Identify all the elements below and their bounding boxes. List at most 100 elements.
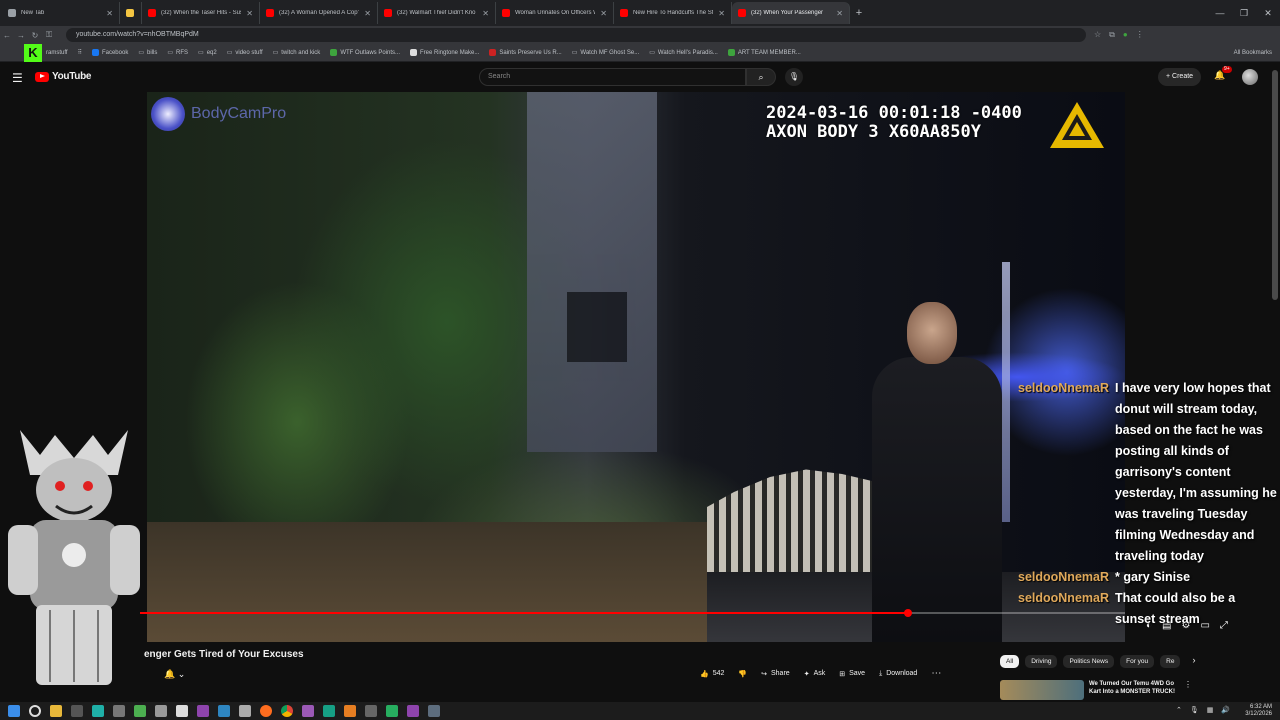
clock[interactable]: 6:32 AM 3/12/2026: [1245, 704, 1272, 718]
firefox-icon[interactable]: [260, 705, 272, 717]
windows-start-icon[interactable]: [8, 705, 20, 717]
download-button[interactable]: ⤓ Download: [879, 670, 917, 678]
video-player[interactable]: BodyCamPro 2024-03-16 00:01:18 -0400 AXO…: [147, 92, 1125, 642]
recommended-video[interactable]: We Turned Our Temu 4WD Go Kart Into a MO…: [1000, 680, 1192, 700]
browser-tab[interactable]: [120, 2, 142, 24]
recommended-title[interactable]: We Turned Our Temu 4WD Go Kart Into a MO…: [1089, 680, 1179, 700]
share-button[interactable]: ↪ Share: [761, 670, 790, 678]
tab-close-icon[interactable]: ✕: [482, 9, 489, 18]
volume-icon[interactable]: 🔊: [1221, 706, 1230, 714]
like-button[interactable]: 👍 542: [700, 670, 724, 678]
app-icon[interactable]: [365, 705, 377, 717]
youtube-favicon-icon: [148, 9, 156, 17]
all-bookmarks-button[interactable]: All Bookmarks: [1234, 44, 1272, 62]
app-icon[interactable]: [176, 705, 188, 717]
tab-close-icon[interactable]: ✕: [600, 9, 607, 18]
app-icon[interactable]: [323, 705, 335, 717]
browser-tab[interactable]: (32) Walmart Thief Didn't Kno ✕: [378, 2, 496, 24]
create-button[interactable]: + Create: [1158, 68, 1202, 86]
bookmark-folder[interactable]: ▭ Watch Hell's Paradis...: [649, 49, 718, 57]
mic-tray-icon[interactable]: 🎙: [1190, 706, 1199, 714]
reco-menu-icon[interactable]: ⋮: [1184, 680, 1192, 700]
chip-all[interactable]: All: [1000, 655, 1020, 668]
app-icon[interactable]: [92, 705, 104, 717]
chevron-right-icon[interactable]: ›: [1192, 655, 1195, 668]
chevron-up-icon[interactable]: ⌃: [1176, 706, 1182, 714]
bookmark-item[interactable]: WTF Outlaws Points...: [330, 49, 400, 56]
app-icon[interactable]: [428, 705, 440, 717]
app-icon[interactable]: [218, 705, 230, 717]
extensions-icon[interactable]: ⧉: [1109, 30, 1115, 40]
account-avatar[interactable]: [1242, 69, 1258, 85]
bookmark-folder[interactable]: ▭ Watch MF Ghost Se...: [572, 49, 639, 57]
bookmark-folder[interactable]: ▭ video stuff: [227, 49, 263, 57]
bookmark-apps-icon[interactable]: ⠿: [78, 49, 82, 56]
minimize-button[interactable]: —: [1208, 0, 1232, 26]
tab-close-icon[interactable]: ✕: [246, 9, 253, 18]
app-icon[interactable]: [344, 705, 356, 717]
search-taskbar-icon[interactable]: [29, 705, 41, 717]
chrome-icon[interactable]: [281, 705, 293, 717]
app-icon[interactable]: [134, 705, 146, 717]
bookmark-folder[interactable]: ▭ eq2: [198, 49, 217, 57]
bookmark-folder[interactable]: ▭ bills: [138, 49, 157, 57]
forward-icon[interactable]: →: [14, 31, 28, 40]
tab-close-icon[interactable]: ✕: [718, 9, 725, 18]
back-icon[interactable]: ←: [0, 31, 14, 40]
bookmark-item[interactable]: ART TEAM MEMBER...: [727, 49, 801, 56]
network-icon[interactable]: ▦: [1207, 706, 1214, 714]
search-button[interactable]: ⌕: [746, 68, 776, 86]
tab-close-icon[interactable]: ✕: [106, 9, 113, 18]
chip-driving[interactable]: Driving: [1025, 655, 1058, 668]
profile-icon[interactable]: ●: [1123, 30, 1128, 40]
app-icon[interactable]: [113, 705, 125, 717]
chip-politics-news[interactable]: Politics News: [1063, 655, 1115, 668]
browser-tab[interactable]: Woman Urinates On Officers W ✕: [496, 2, 614, 24]
screen: New Tab ✕ (32) When the Taser Hits - Susp…: [0, 0, 1280, 720]
ask-button[interactable]: ✦ Ask: [804, 670, 826, 678]
browser-tab-active[interactable]: (32) When Your Passenger ✕: [732, 2, 850, 24]
maximize-button[interactable]: ❐: [1232, 0, 1256, 26]
browser-tab[interactable]: New Hire To Handcuffs The St ✕: [614, 2, 732, 24]
save-button[interactable]: ⊞ Save: [839, 670, 865, 678]
bookmark-favicon-icon: [330, 49, 338, 56]
app-icon[interactable]: [71, 705, 83, 717]
new-tab-button[interactable]: +: [850, 7, 868, 19]
search-input[interactable]: Search: [479, 68, 746, 86]
app-icon[interactable]: [155, 705, 167, 717]
windows-taskbar: ⌃ 🎙 ▦ 🔊 6:32 AM 3/12/2026: [0, 702, 1280, 720]
bookmark-star-icon[interactable]: ☆: [1094, 30, 1101, 40]
recommended-thumbnail[interactable]: [1000, 680, 1084, 700]
bookmark-item[interactable]: Saints Preserve Us R...: [489, 49, 562, 56]
dislike-button[interactable]: 👎: [738, 670, 747, 678]
app-icon[interactable]: [239, 705, 251, 717]
voice-search-button[interactable]: 🎙: [785, 68, 803, 86]
page-scrollbar[interactable]: [1272, 70, 1278, 300]
tab-close-icon[interactable]: ✕: [836, 9, 843, 18]
chip-for-you[interactable]: For you: [1120, 655, 1155, 668]
bookmark-folder[interactable]: ▭ twitch and kick: [273, 49, 321, 57]
url-field[interactable]: youtube.com/watch?v=nhOBTMBqPdM: [66, 28, 1086, 42]
app-icon[interactable]: [386, 705, 398, 717]
browser-tab[interactable]: (32) When the Taser Hits - Susp ✕: [142, 2, 260, 24]
more-actions-icon[interactable]: ⋯: [931, 668, 941, 679]
app-icon[interactable]: [197, 705, 209, 717]
browser-tab[interactable]: New Tab ✕: [2, 2, 120, 24]
menu-icon[interactable]: ☰: [12, 71, 23, 85]
menu-dots-icon[interactable]: ⋮: [1136, 30, 1144, 40]
browser-tab[interactable]: (32) A Woman Opened A Cop's ✕: [260, 2, 378, 24]
app-icon[interactable]: [407, 705, 419, 717]
bookmark-item[interactable]: Facebook: [91, 49, 128, 56]
subscription-bell-icon[interactable]: 🔔 ⌄: [164, 669, 185, 680]
bookmark-item[interactable]: Free Ringtone Make...: [410, 49, 479, 56]
close-window-button[interactable]: ✕: [1256, 0, 1280, 26]
app-icon[interactable]: [302, 705, 314, 717]
video-progress-bar[interactable]: [140, 609, 1125, 617]
lock-icon[interactable]: ⚿: [42, 30, 56, 40]
bookmark-folder[interactable]: ▭ RFS: [167, 49, 188, 57]
tab-close-icon[interactable]: ✕: [364, 9, 371, 18]
reload-icon[interactable]: ↻: [28, 31, 42, 40]
chip-related[interactable]: Re: [1160, 655, 1181, 668]
youtube-logo[interactable]: YouTube: [35, 71, 92, 82]
file-explorer-icon[interactable]: [50, 705, 62, 717]
